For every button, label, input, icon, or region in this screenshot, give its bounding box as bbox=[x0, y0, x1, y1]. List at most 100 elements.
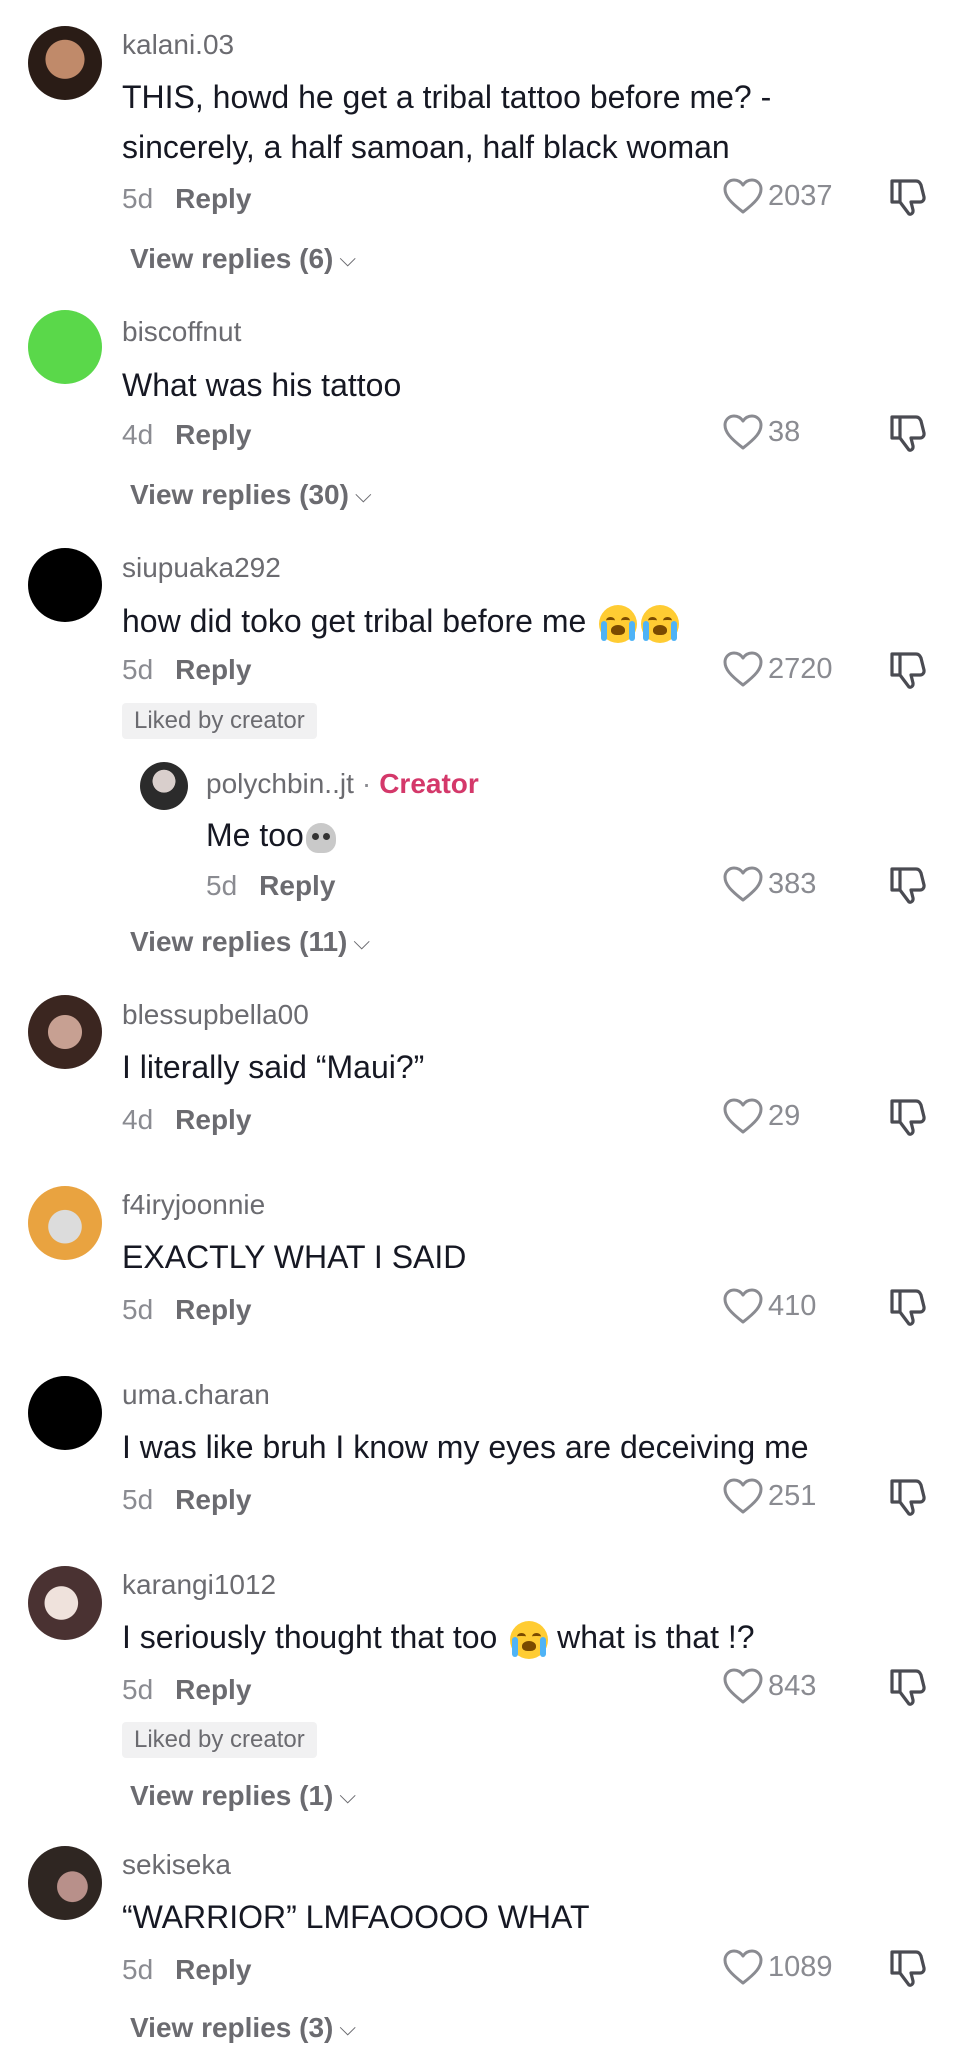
like-button[interactable]: 38 bbox=[722, 413, 800, 451]
like-button[interactable]: 251 bbox=[722, 1477, 816, 1515]
heart-icon bbox=[722, 177, 764, 215]
comment-meta: 5d Reply bbox=[122, 1294, 251, 1326]
heart-icon bbox=[722, 1948, 764, 1986]
comment-text: I seriously thought that too what is tha… bbox=[122, 1612, 882, 1662]
comment-time: 5d bbox=[122, 1674, 154, 1705]
thumbs-down-icon[interactable] bbox=[886, 1095, 928, 1137]
skull-emoji-icon bbox=[305, 822, 336, 853]
comment-time: 5d bbox=[122, 1954, 154, 1985]
creator-badge: Creator bbox=[379, 768, 479, 799]
like-count: 1089 bbox=[768, 1950, 833, 1983]
comment-time: 4d bbox=[122, 1104, 154, 1135]
comment-meta: 5d Reply bbox=[122, 654, 251, 686]
comment-time: 5d bbox=[122, 1484, 154, 1515]
like-count: 2720 bbox=[768, 652, 833, 685]
comment-username[interactable]: biscoffnut bbox=[122, 315, 241, 349]
chevron-down-icon: ⌵ bbox=[339, 246, 357, 271]
comment-meta: 4d Reply bbox=[122, 1104, 251, 1136]
avatar[interactable] bbox=[28, 548, 102, 622]
comment-username[interactable]: karangi1012 bbox=[122, 1568, 276, 1602]
avatar[interactable] bbox=[28, 26, 102, 100]
thumbs-down-icon[interactable] bbox=[886, 863, 928, 905]
comment-username[interactable]: kalani.03 bbox=[122, 28, 234, 62]
avatar[interactable] bbox=[28, 1376, 102, 1450]
thumbs-down-icon[interactable] bbox=[886, 648, 928, 690]
view-replies-label: View replies (11) bbox=[130, 926, 348, 957]
avatar[interactable] bbox=[28, 310, 102, 384]
comment-username[interactable]: f4iryjoonnie bbox=[122, 1188, 265, 1222]
chevron-down-icon: ⌵ bbox=[353, 929, 371, 954]
thumbs-down-icon[interactable] bbox=[886, 1475, 928, 1517]
reply-button[interactable]: Reply bbox=[259, 870, 335, 901]
liked-by-creator-badge: Liked by creator bbox=[122, 1722, 317, 1758]
reply-button[interactable]: Reply bbox=[175, 654, 251, 685]
comment-username[interactable]: blessupbella00 bbox=[122, 998, 309, 1032]
comment-text: What was his tattoo bbox=[122, 367, 402, 403]
heart-icon bbox=[722, 1097, 764, 1135]
crying-emoji-icon bbox=[641, 604, 680, 643]
comment-meta: 4d Reply bbox=[122, 419, 251, 451]
like-count: 843 bbox=[768, 1669, 817, 1702]
thumbs-down-icon[interactable] bbox=[886, 1285, 928, 1327]
reply-button[interactable]: Reply bbox=[175, 1294, 251, 1325]
reply-button[interactable]: Reply bbox=[175, 1104, 251, 1135]
comment-username[interactable]: sekiseka bbox=[122, 1848, 231, 1882]
comment-time: 5d bbox=[122, 183, 154, 214]
reply-username[interactable]: polychbin..jt bbox=[206, 768, 354, 799]
view-replies-label: View replies (3) bbox=[130, 2012, 334, 2043]
view-replies-button[interactable]: View replies (3) ⌵ bbox=[130, 2012, 356, 2044]
reply-time: 5d bbox=[206, 870, 238, 901]
comment-text: THIS, howd he get a tribal tattoo before… bbox=[122, 79, 772, 165]
view-replies-label: View replies (6) bbox=[130, 243, 334, 274]
comment-username[interactable]: uma.charan bbox=[122, 1378, 270, 1412]
avatar[interactable] bbox=[28, 1566, 102, 1640]
separator-dot: · bbox=[361, 768, 372, 799]
view-replies-button[interactable]: View replies (30) ⌵ bbox=[130, 479, 372, 511]
avatar[interactable] bbox=[28, 1846, 102, 1920]
comment-text-before: I seriously thought that too bbox=[122, 1619, 498, 1655]
comment-time: 4d bbox=[122, 419, 154, 450]
like-button[interactable]: 383 bbox=[722, 865, 816, 903]
comment-text: EXACTLY WHAT I SAID bbox=[122, 1239, 467, 1275]
view-replies-button[interactable]: View replies (6) ⌵ bbox=[130, 243, 356, 275]
comment-username[interactable]: siupuaka292 bbox=[122, 551, 281, 585]
comment-meta: 5d Reply bbox=[122, 1484, 251, 1516]
like-count: 2037 bbox=[768, 179, 833, 212]
like-count: 410 bbox=[768, 1289, 817, 1322]
reply-username-row: polychbin..jt · Creator bbox=[206, 767, 479, 801]
thumbs-down-icon[interactable] bbox=[886, 1665, 928, 1707]
creator-avatar[interactable] bbox=[140, 762, 188, 810]
reply-text-content: Me too bbox=[206, 817, 304, 853]
thumbs-down-icon[interactable] bbox=[886, 1946, 928, 1988]
avatar[interactable] bbox=[28, 995, 102, 1069]
reply-button[interactable]: Reply bbox=[175, 1674, 251, 1705]
comment-text: I was like bruh I know my eyes are decei… bbox=[122, 1429, 809, 1465]
reply-text: Me too bbox=[206, 810, 960, 860]
thumbs-down-icon[interactable] bbox=[886, 175, 928, 217]
like-count: 38 bbox=[768, 415, 801, 448]
view-replies-label: View replies (30) bbox=[130, 479, 349, 510]
comment-meta: 5d Reply bbox=[122, 183, 251, 215]
comment-text: how did toko get tribal before me bbox=[122, 596, 882, 646]
like-count: 29 bbox=[768, 1099, 801, 1132]
view-replies-button[interactable]: View replies (1) ⌵ bbox=[130, 1780, 356, 1812]
reply-button[interactable]: Reply bbox=[175, 183, 251, 214]
like-button[interactable]: 29 bbox=[722, 1097, 800, 1135]
view-replies-button[interactable]: View replies (11) ⌵ bbox=[130, 926, 370, 958]
reply-button[interactable]: Reply bbox=[175, 419, 251, 450]
like-button[interactable]: 843 bbox=[722, 1667, 816, 1705]
like-button[interactable]: 410 bbox=[722, 1287, 816, 1325]
like-button[interactable]: 2720 bbox=[722, 650, 833, 688]
reply-button[interactable]: Reply bbox=[175, 1954, 251, 1985]
heart-icon bbox=[722, 650, 764, 688]
heart-icon bbox=[722, 865, 764, 903]
like-button[interactable]: 1089 bbox=[722, 1948, 833, 1986]
reply-button[interactable]: Reply bbox=[175, 1484, 251, 1515]
comment-time: 5d bbox=[122, 654, 154, 685]
thumbs-down-icon[interactable] bbox=[886, 411, 928, 453]
view-replies-label: View replies (1) bbox=[130, 1780, 334, 1811]
chevron-down-icon: ⌵ bbox=[354, 482, 372, 507]
comment-text: “WARRIOR” LMFAOOOO WHAT bbox=[122, 1899, 590, 1935]
like-button[interactable]: 2037 bbox=[722, 177, 833, 215]
avatar[interactable] bbox=[28, 1186, 102, 1260]
